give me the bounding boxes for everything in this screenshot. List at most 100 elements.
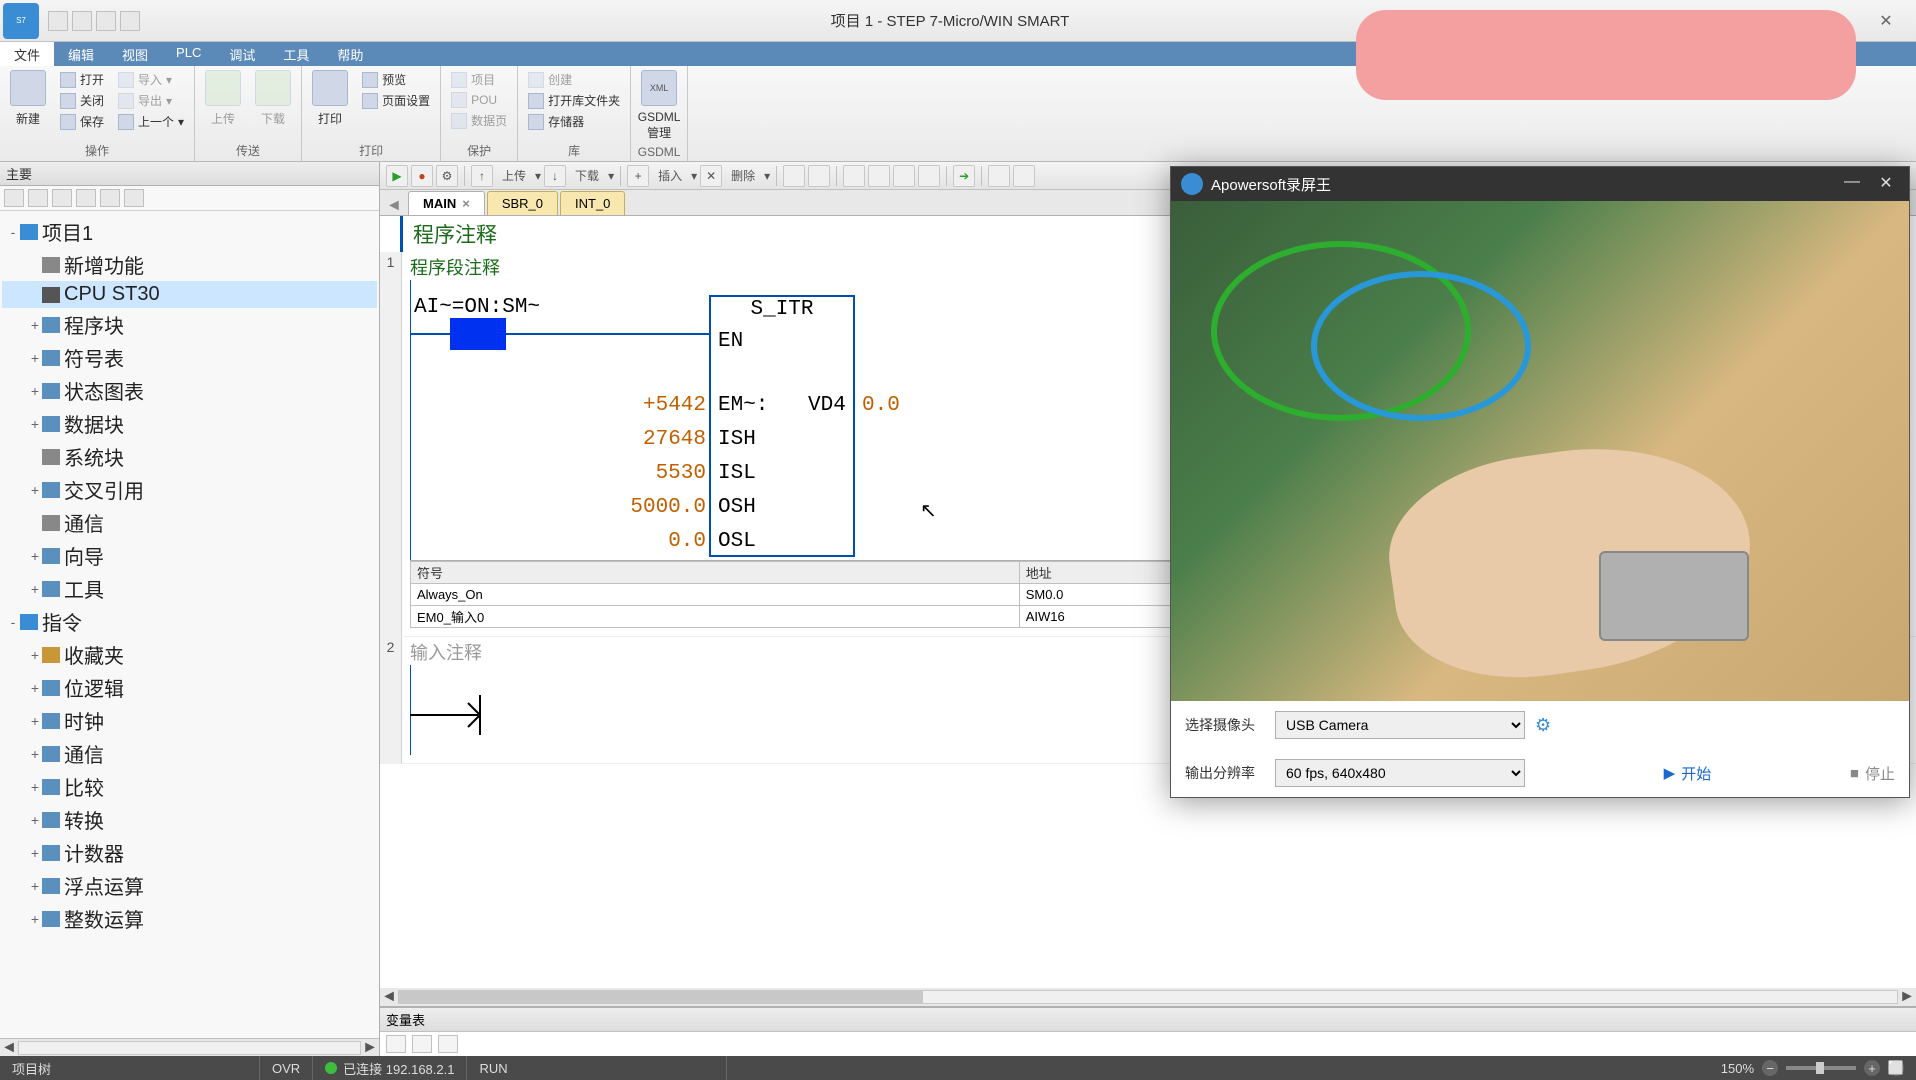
- etb-misc-7[interactable]: [988, 165, 1010, 187]
- tree-node[interactable]: +向导: [2, 539, 377, 572]
- download-icon[interactable]: ↓: [544, 165, 566, 187]
- ladder-diagram[interactable]: [410, 665, 1130, 755]
- close-button[interactable]: ✕: [1864, 9, 1908, 33]
- overlay-titlebar[interactable]: Apowersoft录屏王 — ✕: [1171, 167, 1909, 201]
- tree-node[interactable]: +交叉引用: [2, 473, 377, 506]
- qat-new-icon[interactable]: [48, 11, 68, 31]
- tab-close-icon[interactable]: ×: [462, 196, 470, 211]
- ribbon-download-button[interactable]: 下载: [251, 70, 295, 127]
- insert-icon[interactable]: +: [627, 165, 649, 187]
- tree-node[interactable]: +整数运算: [2, 902, 377, 935]
- run-icon[interactable]: ▶: [386, 165, 408, 187]
- ribbon-memory-button[interactable]: 存储器: [524, 112, 624, 131]
- tree-node[interactable]: +程序块: [2, 308, 377, 341]
- tree-tb-4[interactable]: [76, 189, 96, 207]
- tree-node[interactable]: +位逻辑: [2, 671, 377, 704]
- tree-tb-2[interactable]: [28, 189, 48, 207]
- qat-save-icon[interactable]: [96, 11, 116, 31]
- start-button[interactable]: ▶ 开始: [1664, 763, 1712, 784]
- etb-misc-5[interactable]: [893, 165, 915, 187]
- tree-node[interactable]: +比较: [2, 770, 377, 803]
- ribbon-datapage-button[interactable]: 数据页: [447, 111, 511, 130]
- ribbon-create-button[interactable]: 创建: [524, 70, 624, 89]
- stop-button[interactable]: ■ 停止: [1850, 763, 1895, 784]
- qat-print-icon[interactable]: [120, 11, 140, 31]
- etb-misc-1[interactable]: [783, 165, 805, 187]
- tree-node[interactable]: +时钟: [2, 704, 377, 737]
- menu-plc[interactable]: PLC: [162, 42, 215, 66]
- ribbon-close-button[interactable]: 关闭: [56, 91, 108, 110]
- app-icon[interactable]: S7: [3, 3, 39, 39]
- tree-node[interactable]: +收藏夹: [2, 638, 377, 671]
- gear-icon[interactable]: ⚙: [1535, 715, 1551, 736]
- tree-node[interactable]: 通信: [2, 506, 377, 539]
- tree-node[interactable]: +计数器: [2, 836, 377, 869]
- etb-misc-6[interactable]: [918, 165, 940, 187]
- overlay-minimize-button[interactable]: —: [1839, 173, 1865, 195]
- tree-node[interactable]: +通信: [2, 737, 377, 770]
- ladder-diagram[interactable]: AI~=ON:SM~ S_ITR EN +5442 EM~: VD4 0.0 2…: [410, 280, 1130, 560]
- delete-icon[interactable]: ✕: [700, 165, 722, 187]
- tab-sbr0[interactable]: SBR_0: [487, 191, 558, 215]
- tree-tb-1[interactable]: [4, 189, 24, 207]
- tree-hscroll[interactable]: ◄►: [0, 1038, 379, 1056]
- compile-icon[interactable]: ⚙: [436, 165, 458, 187]
- vartable-btn-1[interactable]: [386, 1035, 406, 1053]
- zoom-out-icon[interactable]: −: [1762, 1060, 1778, 1076]
- ribbon-upload-button[interactable]: 上传: [201, 70, 245, 127]
- tree-node[interactable]: +数据块: [2, 407, 377, 440]
- etb-misc-2[interactable]: [808, 165, 830, 187]
- ribbon-prev-button[interactable]: 上一个 ▾: [114, 112, 188, 131]
- tree-node[interactable]: +状态图表: [2, 374, 377, 407]
- qat-open-icon[interactable]: [72, 11, 92, 31]
- ribbon-export-button[interactable]: 导出 ▾: [114, 91, 188, 110]
- menu-file[interactable]: 文件: [0, 42, 54, 66]
- ribbon-gsdml-button[interactable]: XMLGSDML 管理: [637, 70, 681, 141]
- tree-node[interactable]: 新增功能: [2, 248, 377, 281]
- project-tree[interactable]: -项目1新增功能CPU ST30+程序块+符号表+状态图表+数据块系统块+交叉引…: [0, 211, 379, 1038]
- tree-node[interactable]: +转换: [2, 803, 377, 836]
- screen-recorder-window[interactable]: Apowersoft录屏王 — ✕ 选择摄像头 USB Camera ⚙ 输出分…: [1170, 166, 1910, 798]
- ribbon-project-button[interactable]: 项目: [447, 70, 511, 89]
- resolution-select[interactable]: 60 fps, 640x480: [1275, 759, 1525, 787]
- camera-select[interactable]: USB Camera: [1275, 711, 1525, 739]
- tree-node[interactable]: +符号表: [2, 341, 377, 374]
- vartable-btn-3[interactable]: [438, 1035, 458, 1053]
- menu-edit[interactable]: 编辑: [54, 42, 108, 66]
- stop-icon[interactable]: ●: [411, 165, 433, 187]
- ribbon-import-button[interactable]: 导入 ▾: [114, 70, 188, 89]
- tree-node[interactable]: CPU ST30: [2, 281, 377, 308]
- tree-tb-5[interactable]: [100, 189, 120, 207]
- tab-main[interactable]: MAIN×: [408, 191, 485, 215]
- ribbon-print-button[interactable]: 打印: [308, 70, 352, 127]
- tab-int0[interactable]: INT_0: [560, 191, 625, 215]
- tree-tb-6[interactable]: [124, 189, 144, 207]
- ribbon-preview-button[interactable]: 预览: [358, 70, 434, 89]
- tree-node[interactable]: +工具: [2, 572, 377, 605]
- tree-node[interactable]: +浮点运算: [2, 869, 377, 902]
- tree-node[interactable]: -项目1: [2, 215, 377, 248]
- etb-misc-8[interactable]: [1013, 165, 1035, 187]
- etb-go-icon[interactable]: ➔: [953, 165, 975, 187]
- ribbon-pou-button[interactable]: POU: [447, 91, 511, 109]
- overlay-close-button[interactable]: ✕: [1873, 173, 1899, 195]
- vartable-btn-2[interactable]: [412, 1035, 432, 1053]
- tree-node[interactable]: -指令: [2, 605, 377, 638]
- ribbon-openlib-button[interactable]: 打开库文件夹: [524, 91, 624, 110]
- zoom-slider[interactable]: [1786, 1066, 1856, 1070]
- zoom-control[interactable]: 150% − + ⬜: [1721, 1060, 1916, 1076]
- ribbon-new-button[interactable]: 新建: [6, 70, 50, 127]
- menu-debug[interactable]: 调试: [215, 42, 269, 66]
- tree-node[interactable]: 系统块: [2, 440, 377, 473]
- etb-misc-4[interactable]: [868, 165, 890, 187]
- menu-help[interactable]: 帮助: [323, 42, 377, 66]
- menu-tools[interactable]: 工具: [269, 42, 323, 66]
- editor-hscroll[interactable]: ◄ ►: [380, 988, 1916, 1006]
- etb-misc-3[interactable]: [843, 165, 865, 187]
- zoom-in-icon[interactable]: +: [1864, 1060, 1880, 1076]
- ribbon-pagesetup-button[interactable]: 页面设置: [358, 91, 434, 110]
- tree-tb-3[interactable]: [52, 189, 72, 207]
- ribbon-save-button[interactable]: 保存: [56, 112, 108, 131]
- zoom-fit-icon[interactable]: ⬜: [1888, 1060, 1904, 1076]
- upload-icon[interactable]: ↑: [471, 165, 493, 187]
